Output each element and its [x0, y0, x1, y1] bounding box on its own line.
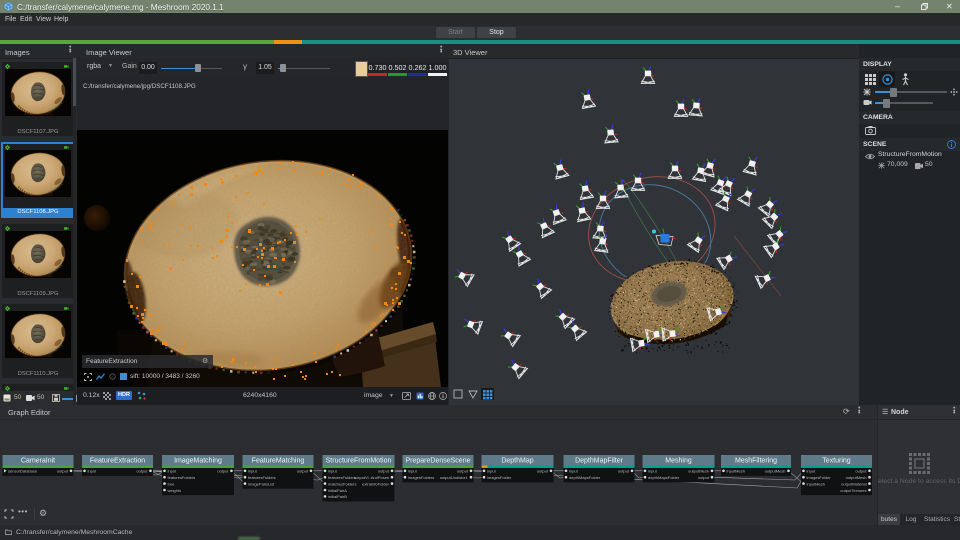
svg-text:featuresFolders: featuresFolders	[248, 475, 276, 480]
svg-text:initialPairA: initialPairA	[328, 488, 347, 493]
svg-text:output: output	[57, 469, 69, 474]
svg-text:CameraInit: CameraInit	[21, 458, 55, 465]
svg-text:input: input	[487, 469, 497, 474]
svg-text:input: input	[807, 469, 817, 474]
svg-text:DepthMapFilter: DepthMapFilter	[575, 458, 624, 465]
svg-text:input: input	[248, 469, 258, 474]
svg-text:StructureFromMotion: StructureFromMotion	[326, 458, 392, 465]
svg-text:FeatureMatching: FeatureMatching	[252, 458, 305, 465]
svg-text:input: input	[88, 469, 98, 474]
svg-text:featuresFolders: featuresFolders	[168, 475, 196, 480]
svg-text:MeshFiltering: MeshFiltering	[735, 458, 777, 465]
svg-text:imagesFolder: imagesFolder	[487, 475, 512, 480]
svg-text:output: output	[378, 469, 390, 474]
svg-text:outputUndistort.: outputUndistort.	[440, 475, 468, 480]
svg-text:input: input	[168, 469, 178, 474]
svg-text:input: input	[328, 469, 338, 474]
svg-text:outputMaterial: outputMaterial	[841, 481, 866, 486]
svg-text:Meshing: Meshing	[665, 458, 692, 465]
svg-text:depthMapsFolder: depthMapsFolder	[648, 475, 680, 480]
svg-text:output: output	[457, 469, 469, 474]
svg-text:initialPairB: initialPairB	[328, 494, 347, 499]
svg-text:outputVi..AndPoses: outputVi..AndPoses	[354, 475, 389, 480]
svg-text:output: output	[537, 469, 549, 474]
svg-text:imagesFolders: imagesFolders	[408, 475, 434, 480]
svg-text:FeatureExtraction: FeatureExtraction	[90, 458, 145, 465]
svg-text:DepthMap: DepthMap	[501, 458, 533, 465]
svg-text:outputMesh: outputMesh	[765, 469, 786, 474]
svg-text:output: output	[698, 475, 710, 480]
svg-text:output: output	[855, 469, 867, 474]
svg-text:inputMesh: inputMesh	[727, 469, 745, 474]
svg-text:outputMesh: outputMesh	[846, 475, 867, 480]
svg-text:PrepareDenseScene: PrepareDenseScene	[406, 458, 471, 465]
svg-text:output: output	[217, 469, 229, 474]
svg-text:inputMesh: inputMesh	[807, 481, 825, 486]
svg-text:imagePairsList: imagePairsList	[248, 481, 275, 486]
svg-text:Texturing: Texturing	[822, 458, 851, 465]
svg-text:input: input	[569, 469, 579, 474]
svg-text:extraInfoFolder: extraInfoFolder	[362, 481, 390, 486]
svg-text:input: input	[408, 469, 418, 474]
svg-text:output: output	[297, 469, 309, 474]
svg-text:ImageMatching: ImageMatching	[174, 458, 222, 465]
svg-text:featuresFolders: featuresFolders	[328, 475, 356, 480]
svg-text:output: output	[618, 469, 630, 474]
svg-text:output: output	[136, 469, 148, 474]
svg-text:imagesFolder: imagesFolder	[807, 475, 832, 480]
svg-text:input: input	[648, 469, 658, 474]
svg-text:weights: weights	[168, 488, 182, 493]
svg-text:outputTextures: outputTextures	[840, 488, 866, 493]
svg-text:sensorDatabase: sensorDatabase	[8, 469, 38, 474]
svg-text:tree: tree	[168, 481, 176, 486]
svg-text:matchesFolders: matchesFolders	[328, 481, 356, 486]
svg-text:outputMesh: outputMesh	[688, 469, 709, 474]
svg-text:depthMapsFolder: depthMapsFolder	[569, 475, 601, 480]
